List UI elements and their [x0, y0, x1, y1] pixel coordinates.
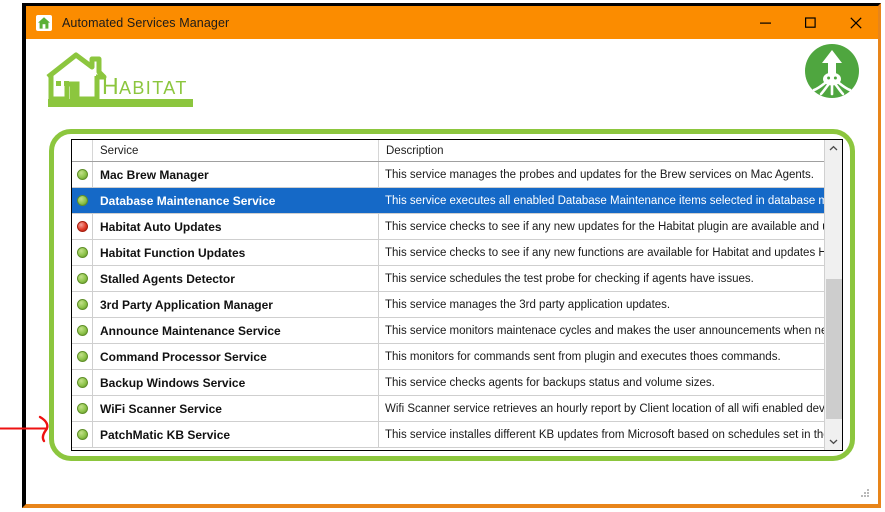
table-row[interactable]: Announce Maintenance Service This service… — [72, 318, 824, 344]
svg-text:ABITAT: ABITAT — [119, 78, 188, 98]
table-row[interactable]: WiFi Scanner Service Wifi Scanner service… — [72, 396, 824, 422]
branding-band: H ABITAT — [26, 39, 878, 127]
minimize-button[interactable] — [743, 6, 788, 39]
cell-service-description: This service checks agents for backups s… — [385, 376, 715, 389]
cell-service-description: This service checks to see if any new fu… — [385, 246, 824, 259]
habitat-logo: H ABITAT — [40, 50, 200, 117]
svg-text:H: H — [102, 73, 120, 99]
table-row[interactable]: Command Processor Service This monitors f… — [72, 344, 824, 370]
scrollbar-thumb[interactable] — [826, 279, 842, 419]
grid-rows: Mac Brew Manager This service manages the… — [72, 162, 824, 450]
status-indicator-green — [72, 188, 93, 213]
house-icon — [36, 14, 52, 31]
cell-service-description: This service manages the 3rd party appli… — [385, 298, 671, 311]
column-header-status[interactable] — [72, 140, 93, 161]
table-row[interactable]: PatchMatic KB Service This service instal… — [72, 422, 824, 448]
cell-service-description: This service executes all enabled Databa… — [385, 194, 824, 207]
table-row[interactable]: Backup Windows Service This service check… — [72, 370, 824, 396]
status-indicator-green — [72, 292, 93, 317]
status-indicator-green — [72, 266, 93, 291]
status-indicator-green — [72, 370, 93, 395]
cell-service-name: Announce Maintenance Service — [93, 318, 379, 343]
status-indicator-green — [72, 396, 93, 421]
status-dot — [76, 377, 88, 388]
table-row[interactable]: Database Maintenance Service This service… — [72, 188, 824, 214]
cell-service-name: Mac Brew Manager — [93, 162, 379, 187]
column-header-service[interactable]: Service — [93, 140, 379, 161]
table-row[interactable]: Stalled Agents Detector This service sche… — [72, 266, 824, 292]
window-controls — [743, 6, 878, 39]
status-dot — [76, 247, 88, 258]
status-indicator-green — [72, 318, 93, 343]
cell-service-description: This service monitors maintenace cycles … — [385, 324, 824, 337]
chevron-up-icon[interactable] — [825, 140, 842, 157]
status-dot — [76, 169, 88, 180]
application-window: Automated Services Manager H ABITAT Serv… — [22, 3, 881, 508]
cell-service-name: PatchMatic KB Service — [93, 422, 379, 447]
cell-service-name: Command Processor Service — [93, 344, 379, 369]
status-indicator-green — [72, 422, 93, 447]
status-dot — [76, 221, 88, 232]
cell-service-description: This monitors for commands sent from plu… — [385, 350, 781, 363]
cell-service-description: This service checks to see if any new up… — [385, 220, 824, 233]
grid-header-row: Service Description — [72, 140, 824, 162]
table-row[interactable]: Mac Brew Manager This service manages the… — [72, 162, 824, 188]
table-row[interactable]: Habitat Function Updates This service che… — [72, 240, 824, 266]
cell-service-description: This service schedules the test probe fo… — [385, 272, 754, 285]
cell-service-description: Wifi Scanner service retrieves an hourly… — [385, 402, 824, 415]
status-dot — [76, 325, 88, 336]
table-row[interactable]: Habitat Auto Updates This service checks … — [72, 214, 824, 240]
status-indicator-red — [72, 214, 93, 239]
table-row[interactable]: 3rd Party Application Manager This servic… — [72, 292, 824, 318]
cell-service-name: 3rd Party Application Manager — [93, 292, 379, 317]
cell-service-name: Database Maintenance Service — [93, 188, 379, 213]
cell-service-description: This service manages the probes and upda… — [385, 168, 814, 181]
close-button[interactable] — [833, 6, 878, 39]
status-indicator-green — [72, 240, 93, 265]
status-indicator-green — [72, 162, 93, 187]
cell-service-name: Stalled Agents Detector — [93, 266, 379, 291]
chevron-down-icon[interactable] — [825, 433, 842, 450]
status-dot — [76, 195, 88, 206]
grid-main: Service Description Mac Brew Manager This… — [72, 140, 824, 450]
title-bar: Automated Services Manager — [26, 6, 878, 39]
cell-service-name: Habitat Function Updates — [93, 240, 379, 265]
status-dot — [76, 273, 88, 284]
scrollbar-track[interactable] — [825, 157, 842, 433]
resize-grip[interactable] — [859, 486, 871, 498]
cell-service-description: This service installes different KB upda… — [385, 428, 824, 441]
squid-logo — [804, 43, 860, 104]
column-header-description[interactable]: Description — [379, 140, 824, 161]
grid-body: Service Description Mac Brew Manager This… — [72, 140, 842, 450]
vertical-scrollbar[interactable] — [824, 140, 842, 450]
cell-service-name: Habitat Auto Updates — [93, 214, 379, 239]
cell-service-name: Backup Windows Service — [93, 370, 379, 395]
status-indicator-green — [72, 344, 93, 369]
cell-service-name: WiFi Scanner Service — [93, 396, 379, 421]
status-dot — [76, 351, 88, 362]
maximize-button[interactable] — [788, 6, 833, 39]
window-title: Automated Services Manager — [62, 15, 230, 30]
status-dot — [76, 429, 88, 440]
status-dot — [76, 299, 88, 310]
status-dot — [76, 403, 88, 414]
services-grid[interactable]: Service Description Mac Brew Manager This… — [71, 139, 843, 451]
